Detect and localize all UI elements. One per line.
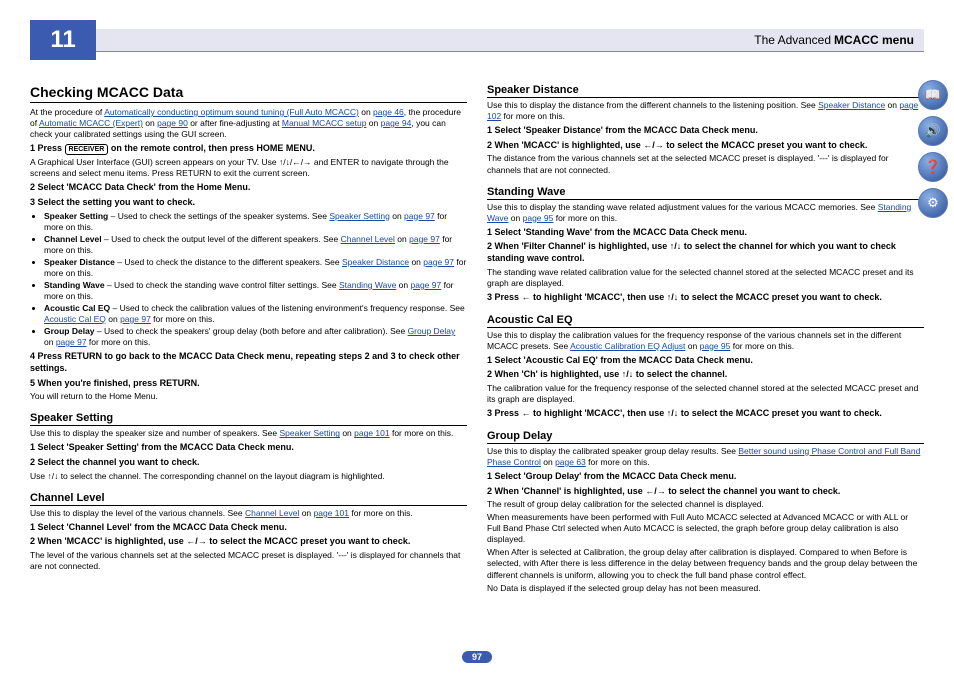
link-ss[interactable]: Speaker Setting (329, 211, 389, 221)
gd-4: When After is selected at Calibration, t… (487, 547, 924, 580)
link-cl2p[interactable]: page 101 (314, 508, 349, 518)
link-cl[interactable]: Channel Level (341, 234, 395, 244)
link-sd[interactable]: Speaker Distance (342, 257, 409, 267)
bullet-acoustic: Acoustic Cal EQ – Used to check the cali… (44, 303, 467, 325)
ac-2s: The calibration value for the frequency … (487, 383, 924, 405)
settings-icon[interactable]: ⚙ (918, 188, 948, 218)
left-column: Checking MCACC Data At the procedure of … (30, 74, 467, 596)
h2-speaker-distance: Speaker Distance (487, 84, 924, 98)
page-number: 97 (462, 651, 492, 663)
step5-sub: You will return to the Home Menu. (30, 391, 467, 402)
link-manual[interactable]: Manual MCACC setup (282, 118, 367, 128)
ss-1: 1 Select 'Speaker Setting' from the MCAC… (30, 442, 467, 454)
step3: 3 Select the setting you want to check. (30, 197, 467, 209)
link-sdp[interactable]: page 97 (423, 257, 454, 267)
bullet-speaker-distance: Speaker Distance – Used to check the dis… (44, 257, 467, 279)
link-swp[interactable]: page 97 (411, 280, 442, 290)
gd-5: No Data is displayed if the selected gro… (487, 583, 924, 594)
sd-1: 1 Select 'Speaker Distance' from the MCA… (487, 125, 924, 137)
right-column: Speaker Distance Use this to display the… (487, 74, 924, 596)
link-acp[interactable]: page 97 (120, 314, 151, 324)
link-cl2[interactable]: Channel Level (245, 508, 299, 518)
ss-2s: Use ↑/↓ to select the channel. The corre… (30, 471, 467, 482)
sd-2s: The distance from the various channels s… (487, 153, 924, 175)
book-icon[interactable]: 📖 (918, 80, 948, 110)
header-title: The Advanced MCACC menu (96, 29, 924, 52)
step1-sub: A Graphical User Interface (GUI) screen … (30, 157, 467, 179)
gd-1: 1 Select 'Group Delay' from the MCACC Da… (487, 471, 924, 483)
link-expert[interactable]: Automatic MCACC (Expert) (39, 118, 143, 128)
ac-intro: Use this to display the calibration valu… (487, 330, 924, 352)
link-page94[interactable]: page 94 (381, 118, 412, 128)
bullet-channel-level: Channel Level – Used to check the output… (44, 234, 467, 256)
header-bold: MCACC menu (834, 33, 914, 47)
link-sw2p[interactable]: page 95 (523, 213, 554, 223)
ac-3: 3 Press ← to highlight 'MCACC', then use… (487, 408, 924, 420)
step4: 4 Press RETURN to go back to the MCACC D… (30, 351, 467, 374)
ac-1: 1 Select 'Acoustic Cal EQ' from the MCAC… (487, 355, 924, 367)
link-ss2[interactable]: Speaker Setting (279, 428, 339, 438)
ss-2: 2 Select the channel you want to check. (30, 457, 467, 469)
cl-1: 1 Select 'Channel Level' from the MCACC … (30, 522, 467, 534)
link-sw[interactable]: Standing Wave (339, 280, 396, 290)
sidebar-icons: 📖 🔊 ❓ ⚙ (918, 80, 948, 218)
link-clp[interactable]: page 97 (409, 234, 440, 244)
sd-intro: Use this to display the distance from th… (487, 100, 924, 122)
gd-intro: Use this to display the calibrated speak… (487, 446, 924, 468)
help-icon[interactable]: ❓ (918, 152, 948, 182)
link-ac2[interactable]: Acoustic Calibration EQ Adjust (570, 341, 685, 351)
link-page90[interactable]: page 90 (157, 118, 188, 128)
sw-2: 2 When 'Filter Channel' is highlighted, … (487, 241, 924, 264)
intro: At the procedure of Automatically conduc… (30, 107, 467, 140)
sw-2s: The standing wave related calibration va… (487, 267, 924, 289)
cl-2s: The level of the various channels set at… (30, 550, 467, 572)
sd-2: 2 When 'MCACC' is highlighted, use ←/→ t… (487, 140, 924, 152)
h2-group-delay: Group Delay (487, 430, 924, 444)
step5: 5 When you're finished, press RETURN. (30, 378, 467, 390)
receiver-key: RECEIVER (65, 144, 109, 155)
gd-3: When measurements have been performed wi… (487, 512, 924, 545)
link-gdp[interactable]: page 97 (56, 337, 87, 347)
link-sd2[interactable]: Speaker Distance (818, 100, 885, 110)
bullet-group-delay: Group Delay – Used to check the speakers… (44, 326, 467, 348)
gd-2s: The result of group delay calibration fo… (487, 499, 924, 510)
bullet-standing-wave: Standing Wave – Used to check the standi… (44, 280, 467, 302)
h1-checking: Checking MCACC Data (30, 84, 467, 103)
link-ac2p[interactable]: page 95 (700, 341, 731, 351)
h2-acoustic: Acoustic Cal EQ (487, 314, 924, 328)
header-light: The Advanced (754, 33, 831, 47)
link-ac[interactable]: Acoustic Cal EQ (44, 314, 106, 324)
cl-intro: Use this to display the level of the var… (30, 508, 467, 519)
ac-2: 2 When 'Ch' is highlighted, use ↑/↓ to s… (487, 369, 924, 381)
sw-3: 3 Press ← to highlight 'MCACC', then use… (487, 292, 924, 304)
h2-speaker-setting: Speaker Setting (30, 412, 467, 426)
cl-2: 2 When 'MCACC' is highlighted, use ←/→ t… (30, 536, 467, 548)
gd-2: 2 When 'Channel' is highlighted, use ←/→… (487, 486, 924, 498)
sw-1: 1 Select 'Standing Wave' from the MCACC … (487, 227, 924, 239)
step1: 1 Press RECEIVER on the remote control, … (30, 143, 467, 155)
sw-intro: Use this to display the standing wave re… (487, 202, 924, 224)
speaker-icon[interactable]: 🔊 (918, 116, 948, 146)
link-ss2p[interactable]: page 101 (354, 428, 389, 438)
link-ssp[interactable]: page 97 (404, 211, 435, 221)
link-gd2p[interactable]: page 63 (555, 457, 586, 467)
h2-channel-level: Channel Level (30, 492, 467, 506)
ss-intro: Use this to display the speaker size and… (30, 428, 467, 439)
chapter-number: 11 (30, 20, 96, 60)
link-auto-mcacc[interactable]: Automatically conducting optimum sound t… (104, 107, 359, 117)
h2-standing-wave: Standing Wave (487, 186, 924, 200)
step2: 2 Select 'MCACC Data Check' from the Hom… (30, 182, 467, 194)
link-gd[interactable]: Group Delay (408, 326, 456, 336)
link-page46[interactable]: page 46 (373, 107, 404, 117)
bullet-speaker-setting: Speaker Setting – Used to check the sett… (44, 211, 467, 233)
